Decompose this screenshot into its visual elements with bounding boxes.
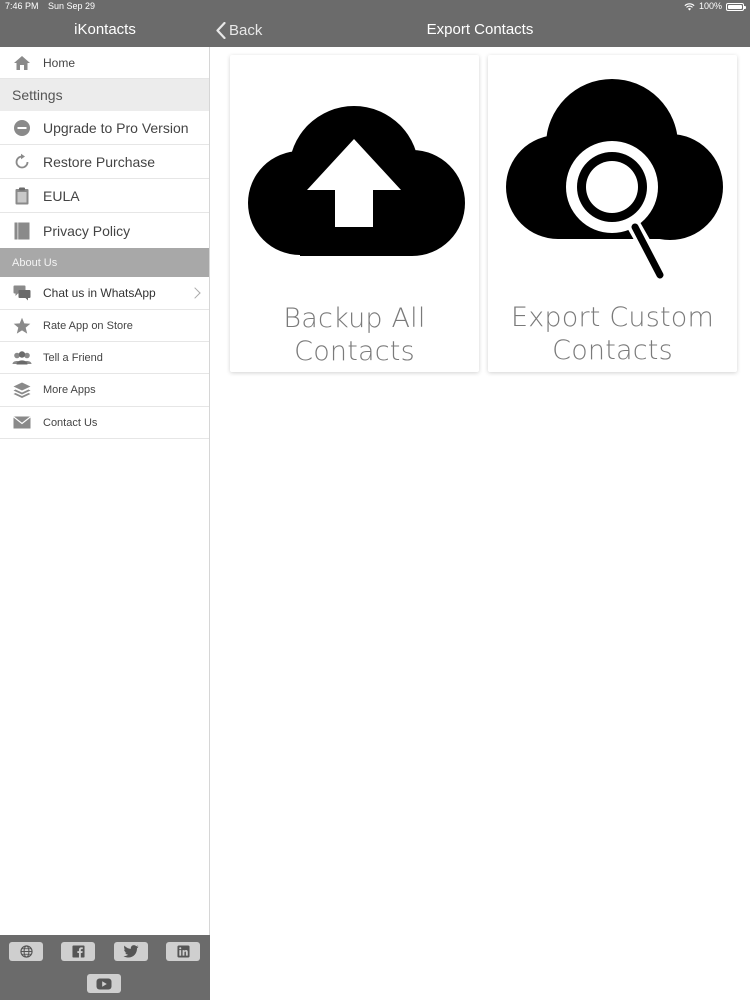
card-label: Backup All Contacts bbox=[283, 303, 426, 367]
sidebar-item-restore[interactable]: Restore Purchase bbox=[0, 145, 209, 179]
status-right: 100% bbox=[684, 0, 746, 13]
cloud-search-icon bbox=[506, 79, 723, 282]
page-title: Export Contacts bbox=[426, 21, 534, 38]
about-section-header: About Us bbox=[0, 248, 209, 277]
globe-button[interactable] bbox=[9, 942, 43, 961]
sidebar-item-label: Restore Purchase bbox=[43, 153, 156, 170]
facebook-button[interactable] bbox=[61, 942, 95, 961]
sidebar-item-label: Home bbox=[43, 55, 76, 70]
battery-icon bbox=[726, 2, 746, 11]
sidebar-title: iKontacts bbox=[0, 13, 210, 47]
sidebar-item-label: EULA bbox=[43, 187, 80, 204]
sidebar-item-privacy[interactable]: Privacy Policy bbox=[0, 213, 209, 248]
youtube-button[interactable] bbox=[87, 974, 121, 993]
social-links-bar bbox=[0, 935, 210, 1000]
sidebar-item-more-apps[interactable]: More Apps bbox=[0, 374, 209, 407]
star-icon bbox=[11, 315, 33, 337]
sidebar-item-label: Contact Us bbox=[43, 416, 98, 429]
twitter-icon bbox=[123, 945, 139, 958]
linkedin-icon bbox=[176, 945, 190, 958]
card-label-line1: Export Custom bbox=[510, 302, 714, 333]
people-icon bbox=[11, 347, 33, 369]
card-label-line2: Contacts bbox=[552, 335, 673, 366]
chevron-right-icon bbox=[189, 287, 201, 299]
sidebar-item-label: Privacy Policy bbox=[43, 222, 131, 239]
refresh-icon bbox=[11, 151, 33, 173]
battery-percent: 100% bbox=[698, 1, 722, 11]
status-bar: 7:46 PM Sun Sep 29 100% bbox=[0, 0, 750, 13]
sidebar-item-upgrade[interactable]: Upgrade to Pro Version bbox=[0, 111, 209, 145]
sidebar-item-label: Upgrade to Pro Version bbox=[43, 119, 189, 136]
settings-section-header: Settings bbox=[0, 79, 209, 111]
minus-circle-icon bbox=[11, 117, 33, 139]
linkedin-button[interactable] bbox=[166, 942, 200, 961]
wifi-icon bbox=[684, 2, 695, 11]
sidebar-item-label: Tell a Friend bbox=[43, 351, 103, 364]
sidebar-item-rate[interactable]: Rate App on Store bbox=[0, 310, 209, 342]
sidebar-item-home[interactable]: Home bbox=[0, 47, 209, 79]
status-time: 7:46 PM bbox=[5, 1, 39, 11]
home-icon bbox=[11, 52, 33, 74]
sidebar-item-eula[interactable]: EULA bbox=[0, 179, 209, 213]
status-date: Sun Sep 29 bbox=[48, 1, 96, 11]
sidebar-item-label: More Apps bbox=[43, 384, 96, 396]
twitter-button[interactable] bbox=[114, 942, 148, 961]
facebook-icon bbox=[71, 945, 85, 958]
export-custom-contacts-card[interactable]: Export Custom Contacts bbox=[488, 55, 737, 372]
navigation-bar: Back Export Contacts bbox=[210, 13, 750, 47]
sidebar-item-label: Chat us in WhatsApp bbox=[43, 286, 156, 300]
envelope-icon bbox=[11, 412, 33, 434]
book-icon bbox=[11, 220, 33, 242]
layers-icon bbox=[11, 379, 33, 401]
sidebar-item-contact-us[interactable]: Contact Us bbox=[0, 407, 209, 439]
cloud-upload-icon bbox=[248, 106, 465, 256]
clipboard-icon bbox=[11, 185, 33, 207]
globe-icon bbox=[19, 945, 33, 958]
sidebar-item-label: Rate App on Store bbox=[43, 319, 133, 332]
sidebar: iKontacts Home Settings Upgrade to Pro V… bbox=[0, 0, 210, 1000]
sidebar-item-whatsapp[interactable]: Chat us in WhatsApp bbox=[0, 277, 209, 310]
youtube-icon bbox=[96, 978, 112, 989]
backup-all-contacts-card[interactable]: Backup All Contacts bbox=[230, 55, 479, 372]
chat-bubbles-icon bbox=[11, 282, 33, 304]
sidebar-item-tell-friend[interactable]: Tell a Friend bbox=[0, 342, 209, 374]
